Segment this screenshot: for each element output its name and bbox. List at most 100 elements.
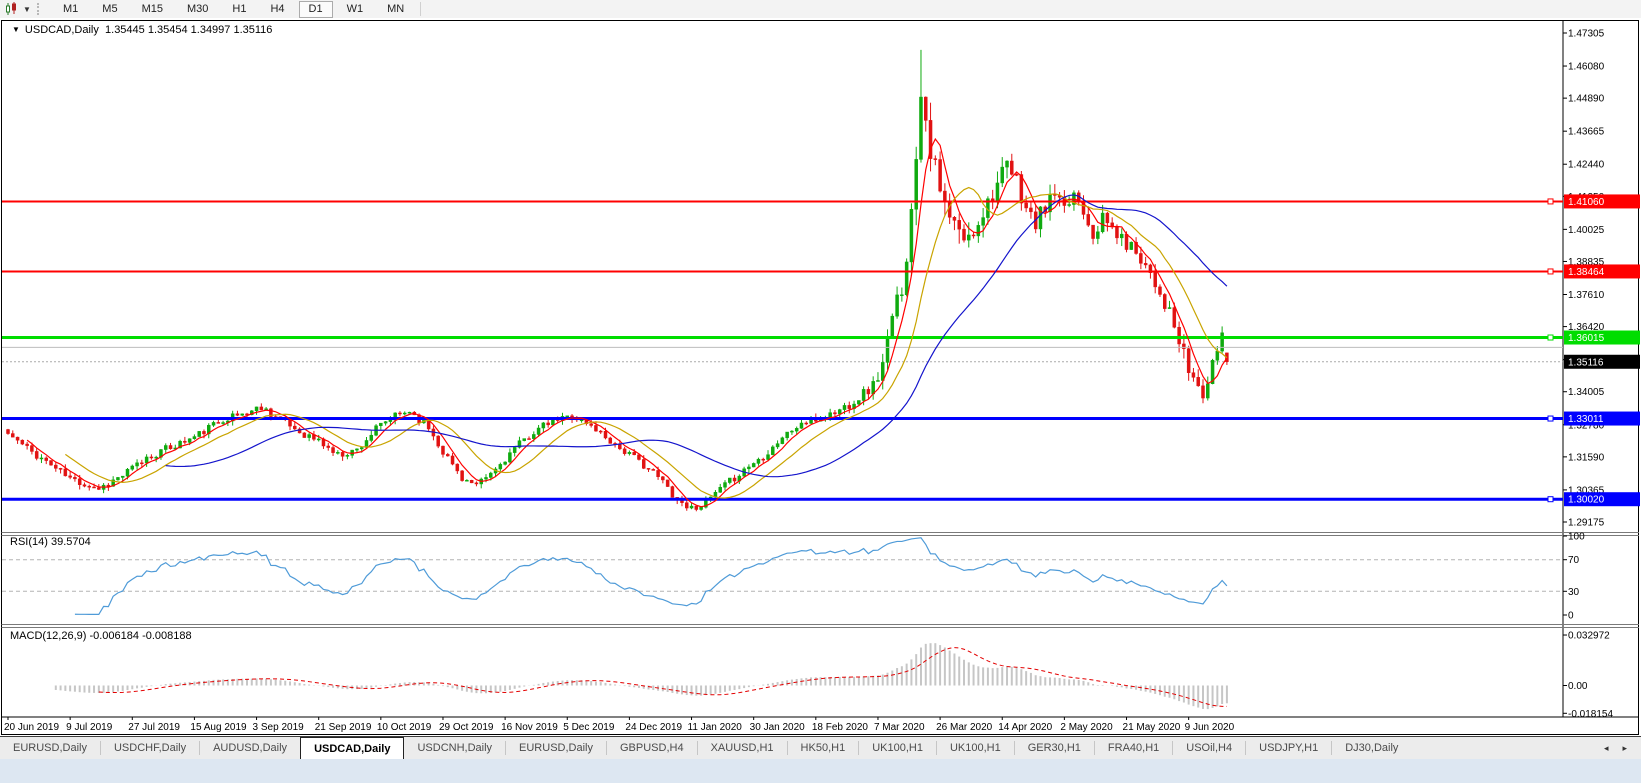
hline-handle [1547,415,1554,422]
svg-text:7 Mar 2020: 7 Mar 2020 [874,722,925,733]
tab-scroll-right-icon[interactable]: ▸ [1622,743,1627,754]
tab-fra40-h1-12[interactable]: FRA40,H1 [1095,737,1172,759]
tab-usdjpy-h1-14[interactable]: USDJPY,H1 [1246,737,1331,759]
price-axis: 1.473051.460801.448901.436651.424401.412… [1563,29,1640,720]
svg-text:0.032972: 0.032972 [1568,631,1610,642]
tab-scroll-arrows: ◂ ▸ [1604,737,1641,759]
svg-text:1.35116: 1.35116 [1568,357,1604,368]
symbol-period-label: USDCAD,Daily [24,24,99,36]
timeframe-button-mn[interactable]: MN [377,1,414,18]
svg-text:10 Oct 2019: 10 Oct 2019 [377,722,432,733]
candlesticks [6,49,1229,512]
timeframe-button-d1[interactable]: D1 [298,0,333,18]
ma-13-line [65,186,1228,499]
window-menu-caret-icon[interactable]: ▼ [12,25,20,34]
svg-text:29 Oct 2019: 29 Oct 2019 [439,722,494,733]
tab-eurusd-daily-5[interactable]: EURUSD,Daily [506,737,606,759]
svg-text:1.46080: 1.46080 [1568,62,1605,73]
timeframe-button-m5[interactable]: M5 [92,1,127,18]
svg-text:24 Dec 2019: 24 Dec 2019 [625,722,682,733]
svg-text:15 Aug 2019: 15 Aug 2019 [190,722,247,733]
macd-indicator-label: MACD(12,26,9) -0.006184 -0.008188 [10,630,192,642]
svg-text:9 Jun 2020: 9 Jun 2020 [1185,722,1235,733]
svg-text:1.34005: 1.34005 [1568,387,1605,398]
macd-signal-line [98,647,1227,707]
svg-text:20 Jun 2019: 20 Jun 2019 [4,722,59,733]
chart-title: ▼ USDCAD,Daily 1.35445 1.35454 1.34997 1.… [12,24,272,36]
timeframe-button-m30[interactable]: M30 [177,1,218,18]
svg-text:-0.018154: -0.018154 [1568,709,1613,720]
svg-text:1.38464: 1.38464 [1568,267,1605,278]
tab-dj30-daily-15[interactable]: DJ30,Daily [1332,737,1411,759]
svg-text:1.30020: 1.30020 [1568,495,1605,506]
svg-text:5 Dec 2019: 5 Dec 2019 [563,722,615,733]
toolbar-grip[interactable] [37,3,45,15]
tab-usdchf-daily-1[interactable]: USDCHF,Daily [101,737,199,759]
price-badge-1.33011: 1.33011 [1564,411,1640,426]
hline-handle [1547,268,1554,275]
timeframe-button-h4[interactable]: H4 [260,1,294,18]
svg-text:0.00: 0.00 [1568,681,1588,692]
svg-text:70: 70 [1568,555,1580,566]
svg-text:1.37610: 1.37610 [1568,290,1605,301]
svg-text:21 Sep 2019: 21 Sep 2019 [315,722,372,733]
svg-text:1.44890: 1.44890 [1568,94,1605,105]
svg-text:30 Jan 2020: 30 Jan 2020 [750,722,805,733]
price-badge-1.35116: 1.35116 [1564,354,1640,369]
svg-text:1.36015: 1.36015 [1568,333,1605,344]
svg-text:1.43665: 1.43665 [1568,127,1605,138]
chart-tab-bar: EURUSD,Daily USDCHF,Daily AUDUSD,Daily USDC… [0,736,1641,759]
tab-xauusd-h1-7[interactable]: XAUUSD,H1 [698,737,787,759]
hline-handle [1547,198,1554,205]
tab-hk50-h1-8[interactable]: HK50,H1 [788,737,859,759]
svg-text:3 Sep 2019: 3 Sep 2019 [253,722,305,733]
svg-text:14 Apr 2020: 14 Apr 2020 [998,722,1052,733]
tab-usdcad-daily-3[interactable]: USDCAD,Daily [300,737,405,759]
svg-text:1.41060: 1.41060 [1568,197,1605,208]
tab-uk100-h1-10[interactable]: UK100,H1 [937,737,1014,759]
price-badge-1.41060: 1.41060 [1564,194,1640,209]
price-badge-1.30020: 1.30020 [1564,492,1640,507]
chart-canvas[interactable]: 1.473051.460801.448901.436651.424401.412… [0,18,1641,736]
tab-usdcnh-daily-4[interactable]: USDCNH,Daily [404,737,505,759]
svg-text:100: 100 [1568,532,1585,543]
timeframe-button-m1[interactable]: M1 [53,1,88,18]
svg-text:1.33011: 1.33011 [1568,414,1604,425]
svg-text:11 Jan 2020: 11 Jan 2020 [688,722,743,733]
timeframe-button-w1[interactable]: W1 [337,1,374,18]
svg-text:16 Nov 2019: 16 Nov 2019 [501,722,558,733]
svg-text:1.29175: 1.29175 [1568,518,1605,529]
svg-text:1.42440: 1.42440 [1568,160,1605,171]
timeframe-button-m15[interactable]: M15 [132,1,173,18]
svg-text:21 May 2020: 21 May 2020 [1123,722,1181,733]
candlestick-chart-icon[interactable] [3,1,21,17]
svg-text:1.47305: 1.47305 [1568,29,1605,40]
hline-handle [1547,334,1554,341]
price-badge-1.36015: 1.36015 [1564,330,1640,345]
tab-audusd-daily-2[interactable]: AUDUSD,Daily [200,737,300,759]
timeframe-button-h1[interactable]: H1 [222,1,256,18]
tab-uk100-h1-9[interactable]: UK100,H1 [859,737,936,759]
chart-window: ▼ USDCAD,Daily 1.35445 1.35454 1.34997 1.… [0,18,1641,783]
timeframe-toolbar: ▼ M1 M5 M15 M30 H1 H4 D1 W1 MN [0,0,1641,19]
ma-34-line [165,194,1228,478]
tab-usoil-h4-13[interactable]: USOil,H4 [1173,737,1245,759]
svg-text:9 Jul 2019: 9 Jul 2019 [66,722,113,733]
status-strip [0,759,1641,783]
price-badge-1.38464: 1.38464 [1564,264,1640,279]
ohlc-values: 1.35445 1.35454 1.34997 1.35116 [105,24,273,36]
tab-scroll-left-icon[interactable]: ◂ [1604,743,1609,754]
rsi-indicator-label: RSI(14) 39.5704 [10,536,91,548]
toolbar-dropdown-caret[interactable]: ▼ [21,5,33,14]
macd-histogram [54,643,1228,710]
svg-text:2 May 2020: 2 May 2020 [1060,722,1113,733]
tab-gbpusd-h4-6[interactable]: GBPUSD,H4 [607,737,697,759]
svg-text:30: 30 [1568,587,1580,598]
date-axis: 20 Jun 2019 9 Jul 2019 27 Jul 2019 15 Aug 2… [4,717,1235,733]
tab-eurusd-daily-0[interactable]: EURUSD,Daily [0,737,100,759]
tab-ger30-h1-11[interactable]: GER30,H1 [1015,737,1094,759]
hline-handle [1547,496,1554,503]
svg-text:27 Jul 2019: 27 Jul 2019 [128,722,180,733]
timeframe-buttons: M1 M5 M15 M30 H1 H4 D1 W1 MN [51,0,416,18]
svg-text:18 Feb 2020: 18 Feb 2020 [812,722,869,733]
